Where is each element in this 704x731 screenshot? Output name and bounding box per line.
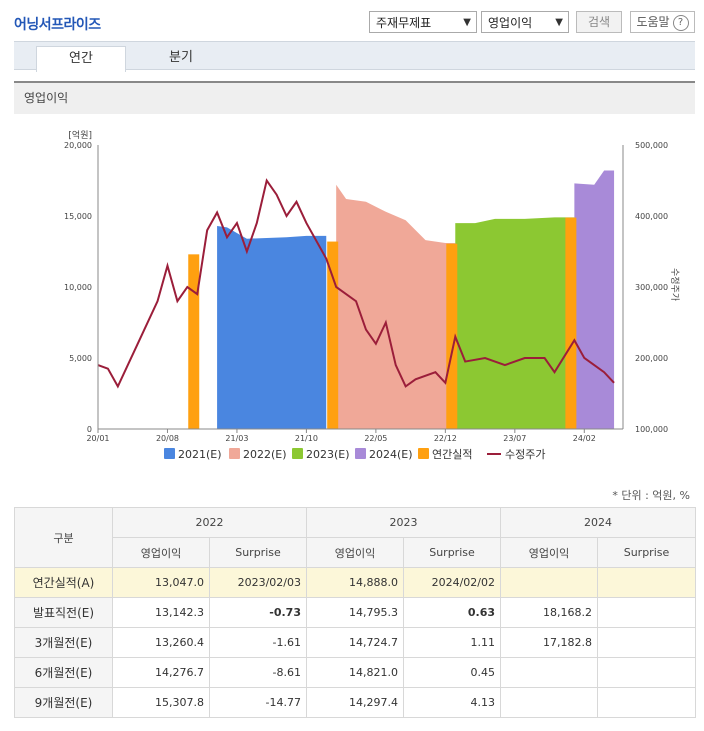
surprise-table: 구분 2022 2023 2024 영업이익 Surprise 영업이익 Sur… [14, 507, 696, 718]
earnings-chart: [억원] 수정주가 20,000 15,000 10,000 5,000 0 500,00… [64, 129, 680, 461]
area-2022E [336, 184, 456, 429]
op-income-cell: 18,168.2 [500, 597, 598, 628]
actual-bar [188, 254, 200, 429]
unit-note: * 단위 : 억원, % [612, 489, 690, 502]
legend-label: 연간실적 [432, 448, 472, 461]
row-label: 발표직전(E) [14, 597, 113, 628]
header-year: 2023 [306, 507, 501, 538]
row-label: 3개월전(E) [14, 627, 113, 658]
surprise-cell: 0.63 [403, 597, 501, 628]
right-tick-label: 100,000 [635, 425, 668, 434]
area-2021E [217, 225, 327, 429]
right-tick-label: 400,000 [635, 212, 668, 221]
op-income-cell: 14,724.7 [306, 627, 404, 658]
op-income-cell: 14,297.4 [306, 687, 404, 718]
header-year: 2024 [500, 507, 696, 538]
left-tick-label: 5,000 [69, 354, 92, 363]
actual-bar [565, 217, 577, 429]
right-tick-label: 300,000 [635, 283, 668, 292]
area-2024E [574, 170, 615, 429]
table-row: 9개월전(E) 15,307.8 -14.77 14,297.4 4.13 [14, 687, 696, 718]
row-label: 9개월전(E) [14, 687, 113, 718]
op-income-cell: 17,182.8 [500, 627, 598, 658]
header-category: 구분 [14, 507, 113, 568]
surprise-cell: 4.13 [403, 687, 501, 718]
header-op-income: 영업이익 [112, 537, 210, 568]
op-income-cell: 13,260.4 [112, 627, 210, 658]
op-income-cell: 14,888.0 [306, 567, 404, 598]
surprise-cell: -8.61 [209, 657, 307, 688]
header-year: 2022 [112, 507, 307, 538]
right-tick-label: 200,000 [635, 354, 668, 363]
op-income-cell: 13,047.0 [112, 567, 210, 598]
surprise-cell [597, 687, 696, 718]
right-tick-label: 500,000 [635, 141, 668, 150]
legend-label: 2021(E) [178, 448, 222, 461]
surprise-cell: 1.11 [403, 627, 501, 658]
legend-label: 2024(E) [369, 448, 413, 461]
x-tick-label: 21/03 [225, 434, 248, 443]
left-tick-label: 10,000 [64, 283, 92, 292]
op-income-cell [500, 567, 598, 598]
row-label: 6개월전(E) [14, 657, 113, 688]
surprise-cell: 2023/02/03 [209, 567, 307, 598]
forecast-areas [217, 170, 615, 429]
surprise-cell: -14.77 [209, 687, 307, 718]
surprise-cell: -1.61 [209, 627, 307, 658]
header-op-income: 영업이익 [500, 537, 598, 568]
area-2023E [455, 217, 575, 429]
left-tick-label: 15,000 [64, 212, 92, 221]
op-income-cell: 14,276.7 [112, 657, 210, 688]
table-row: 6개월전(E) 14,276.7 -8.61 14,821.0 0.45 [14, 657, 696, 688]
surprise-cell: 2024/02/02 [403, 567, 501, 598]
legend-swatch [292, 448, 303, 459]
op-income-cell: 14,795.3 [306, 597, 404, 628]
table-row: 연간실적(A) 13,047.0 2023/02/03 14,888.0 2024/02… [14, 567, 696, 598]
x-tick-label: 22/12 [434, 434, 457, 443]
x-tick-label: 20/01 [86, 434, 109, 443]
x-tick-label: 23/07 [503, 434, 526, 443]
surprise-cell [597, 657, 696, 688]
legend-label: 2022(E) [243, 448, 287, 461]
left-axis-unit: [억원] [68, 129, 92, 141]
right-axis-label: 수정주가 [669, 268, 680, 301]
legend: 2021(E) 2022(E) 2023(E) 2024(E) 연간실적 수정주가 [164, 448, 545, 461]
surprise-cell: -0.73 [209, 597, 307, 628]
table-row: 3개월전(E) 13,260.4 -1.61 14,724.7 1.11 17,182.8 [14, 627, 696, 658]
op-income-cell: 15,307.8 [112, 687, 210, 718]
surprise-cell [597, 567, 696, 598]
x-tick-label: 22/05 [364, 434, 387, 443]
op-income-cell [500, 657, 598, 688]
table-row: 발표직전(E) 13,142.3 -0.73 14,795.3 0.63 18,168.2 [14, 597, 696, 628]
legend-swatch [164, 448, 175, 459]
row-label: 연간실적(A) [14, 567, 113, 598]
surprise-cell: 0.45 [403, 657, 501, 688]
op-income-cell: 13,142.3 [112, 597, 210, 628]
left-tick-label: 0 [87, 425, 92, 434]
legend-swatch [355, 448, 366, 459]
surprise-cell [597, 627, 696, 658]
x-tick-label: 21/10 [295, 434, 318, 443]
x-tick-label: 24/02 [573, 434, 596, 443]
op-income-cell [500, 687, 598, 718]
header-surprise: Surprise [403, 537, 501, 568]
actual-bar [327, 241, 339, 429]
legend-label: 2023(E) [306, 448, 350, 461]
surprise-cell [597, 597, 696, 628]
legend-swatch [418, 448, 429, 459]
header-surprise: Surprise [209, 537, 307, 568]
left-tick-label: 20,000 [64, 141, 92, 150]
legend-label: 수정주가 [505, 448, 545, 461]
header-op-income: 영업이익 [306, 537, 404, 568]
header-surprise: Surprise [597, 537, 696, 568]
legend-swatch [229, 448, 240, 459]
x-tick-label: 20/08 [156, 434, 179, 443]
op-income-cell: 14,821.0 [306, 657, 404, 688]
